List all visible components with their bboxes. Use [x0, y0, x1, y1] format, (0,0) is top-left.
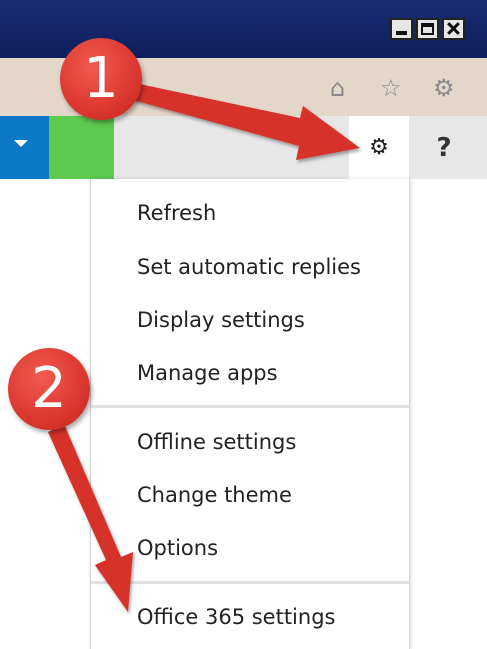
help-button[interactable]: ?: [409, 116, 479, 179]
app-tile[interactable]: [49, 116, 114, 179]
minimize-button[interactable]: [390, 18, 413, 40]
app-launcher-button[interactable]: [0, 116, 49, 179]
settings-menu: Refresh Set automatic replies Display se…: [90, 179, 410, 649]
menu-separator: [91, 581, 409, 584]
settings-button[interactable]: ⚙: [349, 116, 409, 179]
star-icon[interactable]: ☆: [380, 74, 402, 102]
menu-item-office-365-settings[interactable]: Office 365 settings: [137, 605, 335, 629]
gear-icon[interactable]: ⚙: [433, 74, 455, 102]
menu-item-options[interactable]: Options: [137, 536, 218, 560]
callout-badge-two: 2: [8, 348, 90, 430]
menu-separator: [91, 405, 409, 408]
menu-item-offline-settings[interactable]: Offline settings: [137, 430, 296, 454]
maximize-button[interactable]: [416, 18, 439, 40]
menu-item-display-settings[interactable]: Display settings: [137, 308, 305, 332]
menu-item-set-automatic-replies[interactable]: Set automatic replies: [137, 255, 361, 279]
gear-icon: ⚙: [369, 135, 389, 160]
menu-item-refresh[interactable]: Refresh: [137, 201, 216, 225]
menu-item-manage-apps[interactable]: Manage apps: [137, 361, 278, 385]
callout-badge-one: 1: [60, 38, 142, 120]
home-icon[interactable]: ⌂: [330, 74, 345, 102]
chevron-down-icon: [14, 140, 28, 147]
menu-item-change-theme[interactable]: Change theme: [137, 483, 292, 507]
close-button[interactable]: [442, 18, 465, 40]
chevron-down-icon: ▾: [305, 140, 313, 156]
